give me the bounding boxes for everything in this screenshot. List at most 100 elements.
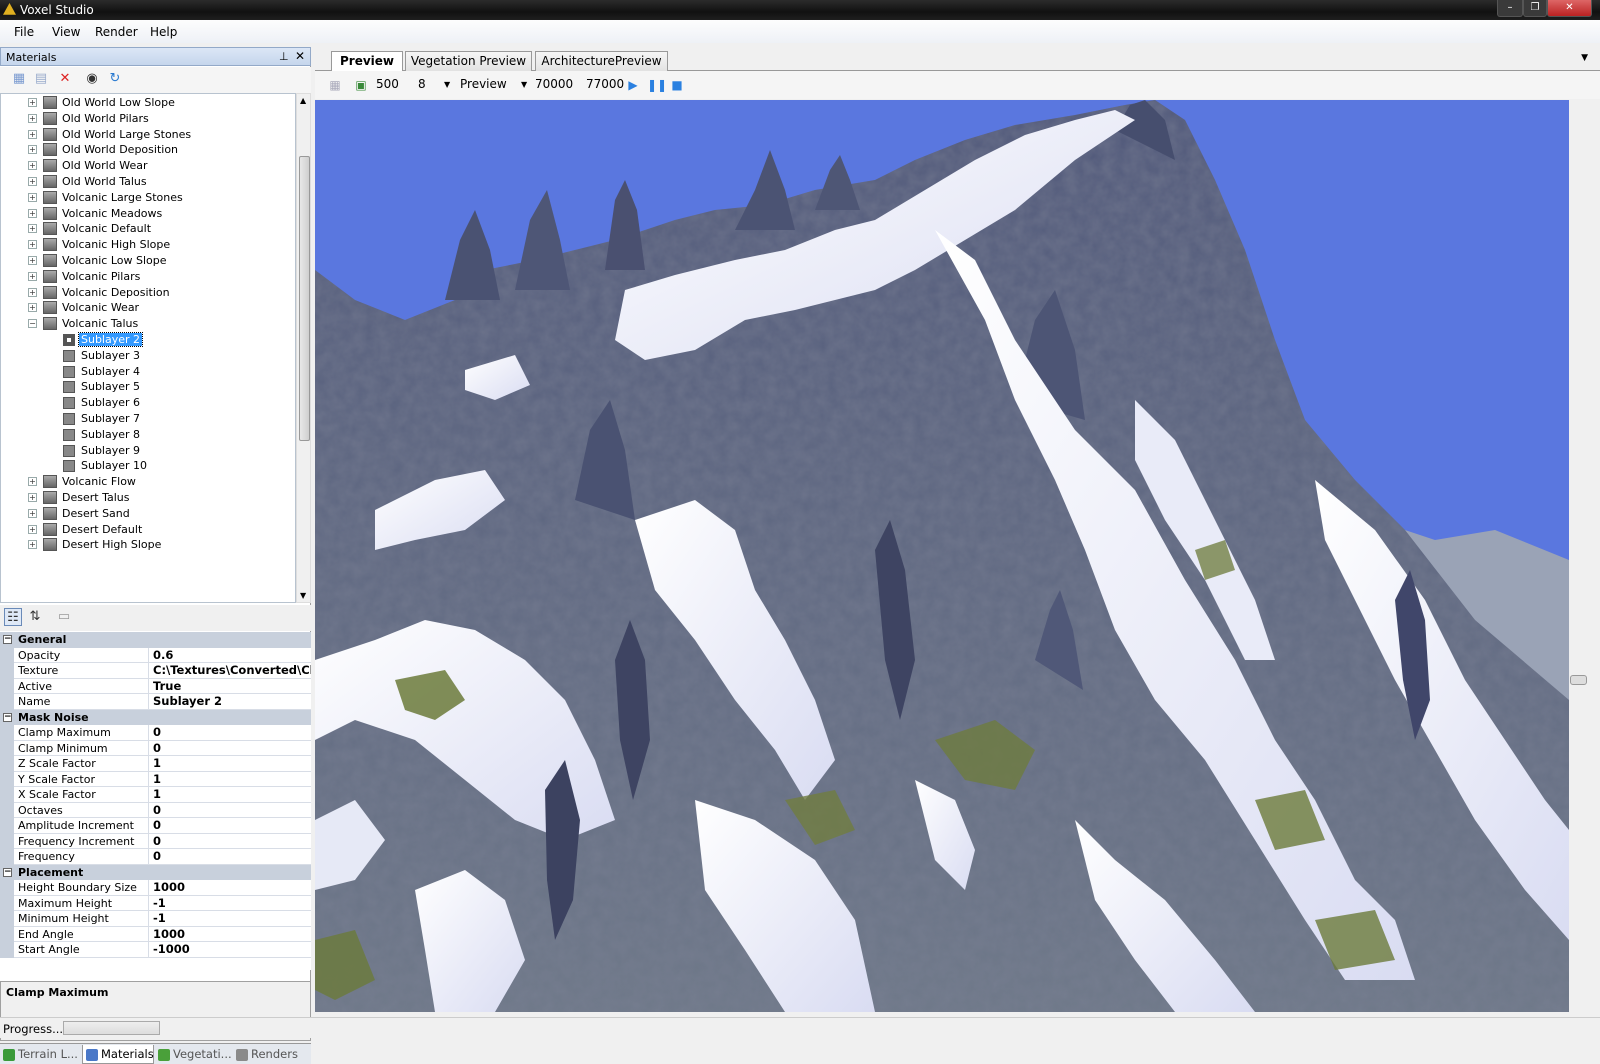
expand-icon[interactable]: + (28, 303, 37, 313)
property-row[interactable]: Z Scale Factor 1 (0, 756, 311, 772)
tree-material-item[interactable]: + Desert Default (1, 522, 295, 538)
property-row[interactable]: Y Scale Factor 1 (0, 771, 311, 788)
tree-material-item[interactable]: + Volcanic Low Slope (1, 253, 295, 269)
property-row[interactable]: Minimum Height -1 (0, 911, 311, 927)
property-value[interactable]: 0 (151, 834, 311, 849)
tree-sublayer-item[interactable]: Sublayer 4 (1, 364, 295, 380)
property-value[interactable]: -1 (151, 911, 311, 926)
materials-tree[interactable]: + Old World Low Slope + Old World Pilars + Ol… (0, 93, 296, 603)
property-value[interactable]: 0 (151, 725, 311, 740)
viewport-scroll-grip[interactable] (1570, 675, 1587, 685)
value1-field[interactable]: 70000 (535, 77, 573, 91)
expand-icon[interactable]: + (28, 477, 37, 487)
tree-material-item[interactable]: + Desert Sand (1, 506, 295, 522)
tree-material-item[interactable]: + Volcanic Deposition (1, 285, 295, 301)
minimize-button[interactable]: – (1497, 0, 1523, 17)
categorized-icon[interactable]: ☷ (4, 608, 22, 626)
property-value[interactable]: True (151, 679, 311, 694)
tree-sublayer-item[interactable]: Sublayer 8 (1, 427, 295, 443)
property-row[interactable]: Maximum Height -1 (0, 895, 311, 912)
tree-scrollbar[interactable]: ▲ ▼ (296, 93, 311, 603)
lod-field[interactable]: 8 (418, 77, 426, 91)
stop-icon[interactable]: ■ (669, 77, 685, 93)
tree-material-item[interactable]: + Desert Talus (1, 490, 295, 506)
property-value[interactable]: -1000 (151, 942, 311, 957)
tree-material-item[interactable]: + Volcanic Large Stones (1, 190, 295, 206)
expand-icon[interactable]: + (28, 271, 37, 281)
property-row[interactable]: Frequency Increment 0 (0, 833, 311, 850)
property-category[interactable]: − General (0, 632, 311, 648)
tree-sublayer-item[interactable]: Sublayer 3 (1, 348, 295, 364)
tree-sublayer-item[interactable]: Sublayer 9 (1, 443, 295, 459)
panel-tab-renders[interactable]: Renders (233, 1045, 305, 1064)
menu-file[interactable]: File (14, 25, 34, 39)
property-row[interactable]: End Angle 1000 (0, 926, 311, 943)
expand-icon[interactable]: + (28, 161, 37, 171)
property-value[interactable]: 1 (151, 787, 311, 802)
collapse-icon[interactable]: − (3, 867, 12, 877)
expand-icon[interactable]: + (28, 129, 37, 139)
tree-material-item[interactable]: + Old World Pilars (1, 111, 295, 127)
grid-view-icon[interactable]: ▦ (327, 77, 343, 93)
expand-icon[interactable]: + (28, 113, 37, 123)
tree-material-item[interactable]: + Volcanic Pilars (1, 269, 295, 285)
collapse-icon[interactable]: − (28, 319, 37, 329)
property-value[interactable]: 0 (151, 818, 311, 833)
property-category[interactable]: − Placement (0, 864, 311, 881)
pause-icon[interactable]: ❚❚ (647, 77, 667, 93)
value2-field[interactable]: 77000 (586, 77, 624, 91)
property-pages-icon[interactable]: ▭ (55, 608, 73, 626)
expand-icon[interactable]: + (28, 287, 37, 297)
property-value[interactable]: 1000 (151, 927, 311, 942)
property-value[interactable]: 0 (151, 741, 311, 756)
tree-material-item[interactable]: + Volcanic Flow (1, 474, 295, 490)
image-view-icon[interactable]: ▣ (353, 77, 369, 93)
panel-tab-terrain[interactable]: Terrain L... (0, 1045, 80, 1064)
expand-icon[interactable]: + (28, 540, 37, 550)
maximize-button[interactable]: ❐ (1523, 0, 1547, 17)
new-folder-icon[interactable]: ▤ (32, 70, 50, 88)
scroll-down-icon[interactable]: ▼ (300, 591, 306, 600)
tree-material-item[interactable]: + Old World Large Stones (1, 127, 295, 143)
property-value[interactable]: 0.6 (151, 648, 311, 663)
tree-material-item[interactable]: + Old World Low Slope (1, 95, 295, 111)
property-row[interactable]: Amplitude Increment 0 (0, 818, 311, 834)
expand-icon[interactable]: + (28, 240, 37, 250)
scroll-up-icon[interactable]: ▲ (300, 96, 306, 105)
delete-icon[interactable]: ✕ (56, 70, 74, 88)
menu-help[interactable]: Help (150, 25, 177, 39)
tree-material-item[interactable]: + Old World Wear (1, 158, 295, 174)
expand-icon[interactable]: + (28, 224, 37, 234)
play-icon[interactable]: ▶ (625, 77, 641, 93)
tree-sublayer-item[interactable]: Sublayer 7 (1, 411, 295, 427)
property-value[interactable]: 1 (151, 772, 311, 787)
property-value[interactable]: Sublayer 2 (151, 694, 311, 709)
lod-dropdown-icon[interactable]: ▼ (444, 80, 450, 89)
expand-icon[interactable]: + (28, 208, 37, 218)
tab-preview[interactable]: Preview (331, 51, 403, 72)
expand-icon[interactable]: + (28, 145, 37, 155)
pin-icon[interactable]: ⊥ (279, 50, 289, 63)
menu-render[interactable]: Render (95, 25, 138, 39)
property-value[interactable]: 1000 (151, 880, 311, 895)
expand-icon[interactable]: + (28, 256, 37, 265)
tree-material-item[interactable]: + Volcanic Meadows (1, 206, 295, 222)
viewport-scrollbar[interactable] (1569, 100, 1587, 1012)
tree-sublayer-item[interactable]: Sublayer 6 (1, 395, 295, 411)
terrain-preview-viewport[interactable] (315, 100, 1569, 1012)
tab-list-dropdown-icon[interactable]: ▼ (1581, 53, 1588, 63)
property-row[interactable]: Opacity 0.6 (0, 647, 311, 664)
panel-tab-tree[interactable]: Vegetati... (155, 1045, 232, 1064)
expand-icon[interactable]: + (28, 524, 37, 534)
mode-select[interactable]: Preview (460, 77, 507, 91)
expand-icon[interactable]: + (28, 508, 37, 518)
tree-material-item[interactable]: + Volcanic High Slope (1, 237, 295, 253)
size-field[interactable]: 500 (376, 77, 399, 91)
close-window-button[interactable]: ✕ (1547, 0, 1592, 17)
tree-material-item[interactable]: + Volcanic Default (1, 221, 295, 237)
property-category[interactable]: − Mask Noise (0, 709, 311, 726)
expand-icon[interactable]: + (28, 98, 37, 107)
tree-material-item[interactable]: + Desert High Slope (1, 537, 295, 553)
tab-vegetation-preview[interactable]: Vegetation Preview (405, 51, 532, 71)
property-row[interactable]: Clamp Maximum 0 (0, 725, 311, 741)
